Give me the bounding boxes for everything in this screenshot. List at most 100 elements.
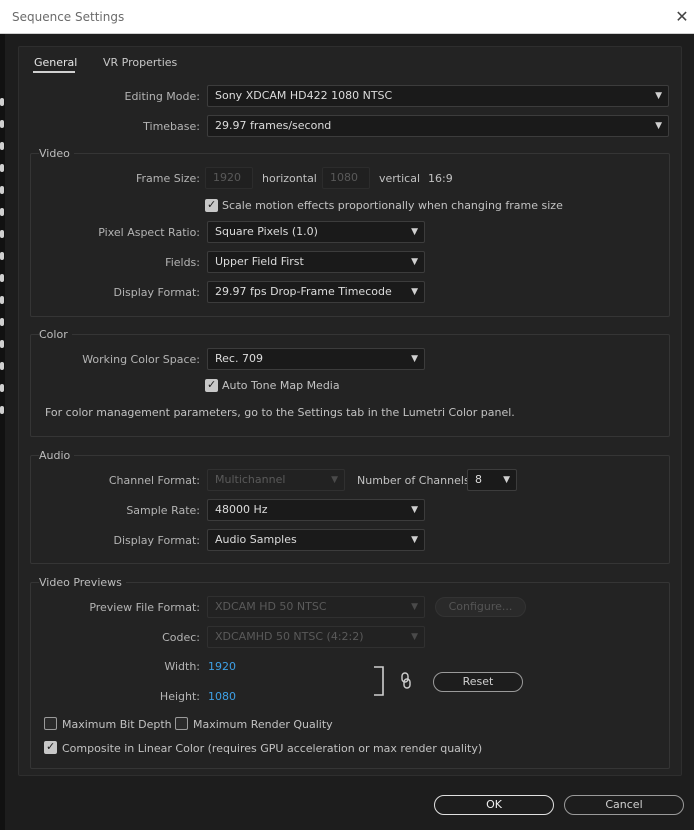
color-info-text: For color management parameters, go to t… bbox=[45, 406, 515, 419]
fields-label: Fields: bbox=[165, 256, 200, 269]
strip-marker bbox=[0, 230, 4, 238]
frame-height-input[interactable]: 1080 bbox=[322, 167, 370, 189]
aspect-ratio-text: 16:9 bbox=[428, 172, 453, 185]
preview-width-label: Width: bbox=[164, 660, 200, 673]
max-render-quality-checkbox[interactable] bbox=[175, 717, 188, 730]
timebase-value: 29.97 frames/second bbox=[215, 119, 332, 132]
chevron-down-icon: ▼ bbox=[411, 257, 418, 267]
video-previews-section-title: Video Previews bbox=[39, 576, 126, 589]
scale-motion-label: Scale motion effects proportionally when… bbox=[222, 199, 563, 212]
video-display-format-label: Display Format: bbox=[113, 286, 200, 299]
background-window-edge bbox=[0, 34, 5, 830]
channel-format-dropdown: Multichannel ▼ bbox=[207, 469, 345, 491]
strip-marker bbox=[0, 98, 4, 106]
strip-marker bbox=[0, 384, 4, 392]
chevron-down-icon: ▼ bbox=[411, 535, 418, 545]
preview-file-format-value: XDCAM HD 50 NTSC bbox=[215, 600, 327, 613]
ok-button[interactable]: OK bbox=[434, 795, 554, 815]
pixel-aspect-dropdown[interactable]: Square Pixels (1.0) ▼ bbox=[207, 221, 425, 243]
channel-format-value: Multichannel bbox=[215, 473, 286, 486]
audio-display-format-dropdown[interactable]: Audio Samples ▼ bbox=[207, 529, 425, 551]
sample-rate-value: 48000 Hz bbox=[215, 503, 268, 516]
working-color-space-dropdown[interactable]: Rec. 709 ▼ bbox=[207, 348, 425, 370]
window-title: Sequence Settings bbox=[12, 10, 125, 24]
pixel-aspect-label: Pixel Aspect Ratio: bbox=[98, 226, 200, 239]
color-section-title: Color bbox=[39, 328, 72, 341]
strip-marker bbox=[0, 362, 4, 370]
chevron-down-icon: ▼ bbox=[655, 121, 662, 131]
strip-marker bbox=[0, 164, 4, 172]
working-color-space-label: Working Color Space: bbox=[82, 353, 200, 366]
configure-button: Configure... bbox=[435, 597, 526, 617]
strip-marker bbox=[0, 208, 4, 216]
video-display-format-dropdown[interactable]: 29.97 fps Drop-Frame Timecode ▼ bbox=[207, 281, 425, 303]
audio-section-title: Audio bbox=[39, 449, 75, 462]
chevron-down-icon: ▼ bbox=[411, 227, 418, 237]
video-display-format-value: 29.97 fps Drop-Frame Timecode bbox=[215, 285, 392, 298]
strip-marker bbox=[0, 406, 4, 414]
strip-marker bbox=[0, 120, 4, 128]
fields-value: Upper Field First bbox=[215, 255, 304, 268]
editing-mode-value: Sony XDCAM HD422 1080 NTSC bbox=[215, 89, 393, 102]
chevron-down-icon: ▼ bbox=[331, 475, 338, 485]
preview-height-value[interactable]: 1080 bbox=[208, 690, 236, 703]
audio-display-format-value: Audio Samples bbox=[215, 533, 297, 546]
max-render-quality-label: Maximum Render Quality bbox=[193, 718, 333, 731]
max-bit-depth-label: Maximum Bit Depth bbox=[62, 718, 172, 731]
chevron-down-icon: ▼ bbox=[411, 354, 418, 364]
preview-width-value[interactable]: 1920 bbox=[208, 660, 236, 673]
sample-rate-label: Sample Rate: bbox=[126, 504, 200, 517]
close-icon[interactable]: ✕ bbox=[672, 7, 692, 27]
horizontal-label: horizontal bbox=[262, 172, 317, 185]
working-color-space-value: Rec. 709 bbox=[215, 352, 263, 365]
chevron-down-icon: ▼ bbox=[411, 632, 418, 642]
strip-marker bbox=[0, 296, 4, 304]
chevron-down-icon: ▼ bbox=[411, 287, 418, 297]
sample-rate-dropdown[interactable]: 48000 Hz ▼ bbox=[207, 499, 425, 521]
link-bracket-icon bbox=[374, 666, 384, 696]
chevron-down-icon: ▼ bbox=[411, 602, 418, 612]
codec-label: Codec: bbox=[162, 631, 200, 644]
chevron-down-icon: ▼ bbox=[411, 505, 418, 515]
codec-dropdown: XDCAMHD 50 NTSC (4:2:2) ▼ bbox=[207, 626, 425, 648]
timebase-label: Timebase: bbox=[143, 120, 200, 133]
preview-file-format-label: Preview File Format: bbox=[89, 601, 200, 614]
link-icon[interactable] bbox=[400, 672, 412, 690]
editing-mode-dropdown[interactable]: Sony XDCAM HD422 1080 NTSC ▼ bbox=[207, 85, 669, 107]
cancel-button[interactable]: Cancel bbox=[564, 795, 684, 815]
frame-size-label: Frame Size: bbox=[135, 172, 200, 185]
number-of-channels-label: Number of Channels: bbox=[357, 474, 474, 487]
auto-tone-map-label: Auto Tone Map Media bbox=[222, 379, 340, 392]
strip-marker bbox=[0, 318, 4, 326]
chevron-down-icon: ▼ bbox=[655, 91, 662, 101]
max-bit-depth-checkbox[interactable] bbox=[44, 717, 57, 730]
codec-value: XDCAMHD 50 NTSC (4:2:2) bbox=[215, 630, 364, 643]
title-bar: Sequence Settings ✕ bbox=[0, 0, 694, 34]
video-section-title: Video bbox=[39, 147, 74, 160]
chevron-down-icon: ▼ bbox=[503, 475, 510, 485]
reset-button[interactable]: Reset bbox=[433, 672, 523, 692]
number-of-channels-dropdown[interactable]: 8 ▼ bbox=[467, 469, 517, 491]
channel-format-label: Channel Format: bbox=[108, 474, 200, 487]
strip-marker bbox=[0, 186, 4, 194]
timebase-dropdown[interactable]: 29.97 frames/second ▼ bbox=[207, 115, 669, 137]
tab-general[interactable]: General bbox=[34, 56, 77, 69]
audio-display-format-label: Display Format: bbox=[113, 534, 200, 547]
strip-marker bbox=[0, 274, 4, 282]
pixel-aspect-value: Square Pixels (1.0) bbox=[215, 225, 318, 238]
frame-width-input[interactable]: 1920 bbox=[205, 167, 253, 189]
composite-linear-color-label: Composite in Linear Color (requires GPU … bbox=[62, 742, 483, 755]
composite-linear-color-checkbox[interactable] bbox=[44, 740, 57, 754]
tab-vr-properties[interactable]: VR Properties bbox=[103, 56, 177, 69]
preview-file-format-dropdown: XDCAM HD 50 NTSC ▼ bbox=[207, 596, 425, 618]
number-of-channels-value: 8 bbox=[475, 473, 482, 486]
preview-height-label: Height: bbox=[159, 690, 200, 703]
editing-mode-label: Editing Mode: bbox=[124, 90, 201, 103]
strip-marker bbox=[0, 340, 4, 348]
vertical-label: vertical bbox=[379, 172, 421, 185]
auto-tone-map-checkbox[interactable] bbox=[205, 378, 218, 392]
strip-marker bbox=[0, 252, 4, 260]
scale-motion-checkbox[interactable] bbox=[205, 198, 218, 212]
active-tab-indicator bbox=[33, 71, 75, 73]
fields-dropdown[interactable]: Upper Field First ▼ bbox=[207, 251, 425, 273]
